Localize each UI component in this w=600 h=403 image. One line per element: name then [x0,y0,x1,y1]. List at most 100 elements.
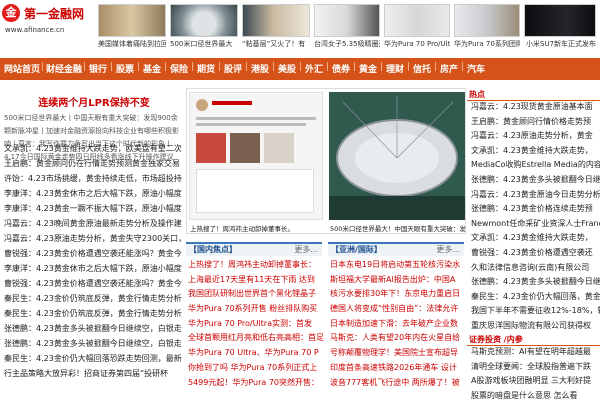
list-item[interactable]: 许饴：4.23市场挑缓，黄金持续走低，市场超投持 [4,171,182,186]
header-thumb-5[interactable] [384,4,450,37]
headline[interactable]: 连续两个月LPR保持不变 [6,94,182,109]
list-item[interactable]: 王启鹏：黄金顾问仍在行情走势预测黄金独家交易 [4,156,182,171]
list-item[interactable]: 华为Pura 70 Pro/Ultra实测：首发 [188,317,324,332]
list-item[interactable]: 行主品策略大放异彩！招商证券第四届“投研杯 [4,366,182,381]
header-caption-1[interactable]: 美国媒体着痛陆到拉回 [98,39,166,49]
nav-bond[interactable]: 债券 [332,62,350,75]
list-item[interactable]: 冯嘉云：4.23晚间黄金原油最新走势分析及操作建 [4,216,182,231]
site-logo[interactable]: 金 第一金融网 www.afinance.cn [2,4,94,44]
list-item[interactable]: 股票的暗盘是什么意思 怎么看 [471,389,600,403]
header-caption-5[interactable]: 华为Pura 70 Pro/Ult [384,39,450,49]
header-thumb-4[interactable] [314,4,380,37]
nav-wealth[interactable]: 理财 [386,62,404,75]
weibo-screenshot-image[interactable] [189,92,323,220]
list-item[interactable]: 华为Pura 70系列开售 粉丝排队购买 [188,302,324,317]
list-item[interactable]: 久和法律信息咨询(云南)有限公司 [471,261,600,276]
nav-bank[interactable]: 银行 [89,62,107,75]
list-item[interactable]: 你抢到了吗 华为Pura 70系列正式上 [188,361,324,376]
nav-fund[interactable]: 基金 [143,62,161,75]
author: 许饴： [4,174,28,183]
more-link[interactable]: 更多... [294,244,318,256]
list-item[interactable]: 我国团队研制出世界首个黑化锂晶子 [188,287,324,302]
nav-auto[interactable]: 汽车 [467,62,485,75]
list-item[interactable]: 李康洋：4.23黄金休市之后大幅下跌，原油小幅度 [4,261,182,276]
list-item[interactable]: 波音777客机飞行途中 两所爆了！被 [330,376,466,391]
list-item[interactable]: Newmont任命采矿业资深人士Franc [471,217,600,232]
featured-caption-left[interactable]: 上热搜了！周鸿祎主动卸掉董事长。 [190,223,294,233]
section-title: 【国内焦点】 [189,245,237,254]
list-item[interactable]: 印度首条高速铁路2026年通车 设计 [330,361,466,376]
list-item[interactable]: 张德鹏：4.23黄金多头被掀翻今日继续空，白银走势 [4,336,182,351]
nav-property[interactable]: 房产 [440,62,458,75]
list-item[interactable]: 冯嘉云：4.23黄金原油今日走势分析 [471,188,600,203]
list-item[interactable]: 文承凯：4.23黄金维持大跌走势， [471,231,600,246]
list-item[interactable]: 德国人将变成“性别自由”：法律允许 [330,302,466,317]
list-item[interactable]: 张德鹏：4.23黄金多头被掀翻今日继 [471,275,600,290]
header-caption-3[interactable]: “粘基层”又火了！有 [242,39,310,49]
more-link[interactable]: 更多... [436,244,460,256]
list-item[interactable]: 秦民生：4.23金价仍大幅回落，黄金失 [471,290,600,305]
header-thumb-6[interactable] [454,4,520,37]
list-item[interactable]: 曹锐强：4.23黄金价格遭遇空袭还 [471,246,600,261]
list-item[interactable]: A股游戏板块团融明显 三大利好提 [471,374,600,389]
list-item[interactable]: MediaCo收购Estrella Media的内容 [471,158,600,173]
fast-telescope-image[interactable] [329,92,465,220]
nav-hk-stock[interactable]: 港股 [251,62,269,75]
nav-forex[interactable]: 外汇 [305,62,323,75]
section-international-header: 【亚洲/国际】 更多... [328,242,464,256]
list-item[interactable]: 秦民生：4.23金价仍大幅回落恐跌走势回测，最新行 [4,351,182,366]
featured-caption-right[interactable]: 500米口径世界最大！中国天眼有重大突破：发现90 [330,223,466,233]
list-item[interactable]: 张德鹏：4.23黄金价格连续走势预 [471,202,600,217]
list-item[interactable]: 日本东电19日将启动第五轮核污染水 [330,258,466,273]
list-item[interactable]: 我国下半年不需要征收12%-18%，辅 [471,304,600,319]
list-item[interactable]: 李康洋：4.23黄金一蹶不振大幅下跌，原油小幅度 [4,201,182,216]
list-item[interactable]: 清明全球要闻：全球股指普遍下跌 [471,360,600,375]
nav-stock[interactable]: 股票 [116,62,134,75]
list-item[interactable]: 号称颠覆物理学！美国院士宣布超导 [330,346,466,361]
list-item[interactable]: 王启鹏：黄金顾问行情价格走势预 [471,115,600,130]
nav-stock-review[interactable]: 股评 [224,62,242,75]
header-caption-4[interactable]: 台湾女子5.35吸睛圈选 [314,39,380,49]
list-item[interactable]: 秦民生：4.23金价仍筑底反弹，黄金行情走势分析 [4,291,182,306]
list-item[interactable]: 马斯克：人类有望20年内在火星自给 [330,331,466,346]
header-thumb-3[interactable] [242,4,310,37]
list-item[interactable]: 华为Pura 70 Ultra、华为Pura 70 P [188,346,324,361]
list-item[interactable]: 冯嘉云：4.23原油走势分析，黄金 [471,129,600,144]
nav-insurance[interactable]: 保险 [170,62,188,75]
list-item[interactable]: 秦民生：4.23金价仍筑底反弹，黄金行情走势分析 [4,306,182,321]
header-caption-6[interactable]: 华为Pura 70系列团购 [454,39,520,49]
list-item[interactable]: 李康洋：4.23黄金休市之后大幅下跌，原油小幅度 [4,186,182,201]
list-item[interactable]: 张德鹏：4.23黄金多头被掀翻今日继续空，白银走势 [4,321,182,336]
nav-home[interactable]: 网站首页 [4,62,40,75]
list-item[interactable]: 马斯克预测：AI有望在明年超越最 [471,345,600,360]
nav-gold[interactable]: 黄金 [359,62,377,75]
list-item[interactable]: 文承凯：4.23黄金维持大跌走势， [471,144,600,159]
list-item[interactable]: 斯坦福大学最新AI报告出炉：中国A [330,273,466,288]
nav-futures[interactable]: 期货 [197,62,215,75]
header-caption-7[interactable]: 小米SU7新车正式发布 [526,39,598,49]
header-thumb-2[interactable] [170,4,238,37]
list-item[interactable]: 日本制造加速下滑：去年破产企业数 [330,317,466,332]
list-item[interactable]: 冯嘉云：4.23原油走势分析，黄金失守2300关口， [4,231,182,246]
list-item[interactable]: 上热搜了！周鸿祎主动卸掉董事长： [188,258,324,273]
nav-us-stock[interactable]: 美股 [278,62,296,75]
nav-trust[interactable]: 信托 [413,62,431,75]
nav-separator: | [299,62,303,72]
list-item[interactable]: 5499元起！华为Pura 70突然开售： [188,376,324,391]
list-item[interactable]: 上海最近17天里有11天在下雨 达到 [188,273,324,288]
list-item[interactable]: 重庆思洋国际物流有限公司获得权 [471,319,600,334]
header-thumb-7[interactable] [524,4,596,37]
list-item[interactable]: 文承凯：4.23黄金维持大跌走势，欧美盘有望二次 [4,141,182,156]
list-item[interactable]: 冯嘉云：4.23现货黄金原油基本面 [471,100,600,115]
header-caption-2[interactable]: 500米口径世界最大 [170,39,238,49]
header-thumb-1[interactable] [98,4,166,37]
nav-finance[interactable]: 财经金融 [46,62,82,75]
list-item[interactable]: 张德鹏：4.23黄金多头被掀翻今日继 [471,173,600,188]
list-item[interactable]: 曹锐强：4.23黄金价格遭遇空袭还能涨吗？黄金今 [4,276,182,291]
nav-separator: | [83,62,87,72]
right-column: 热点 冯嘉云：4.23现货黄金原油基本面 王启鹏：黄金顾问行情价格走势预 冯嘉云… [467,88,600,402]
list-item[interactable]: 全球首颗用红月亮和低右亮高相：首足 [188,331,324,346]
title: 4.23黄金价格遭遇空袭还能涨吗？黄金今 [36,279,182,288]
list-item[interactable]: 曹锐强：4.23黄金价格遭遇空袭还能涨吗？黄金今 [4,246,182,261]
list-item[interactable]: 核污水要排30年下！东京电力重启日 [330,287,466,302]
